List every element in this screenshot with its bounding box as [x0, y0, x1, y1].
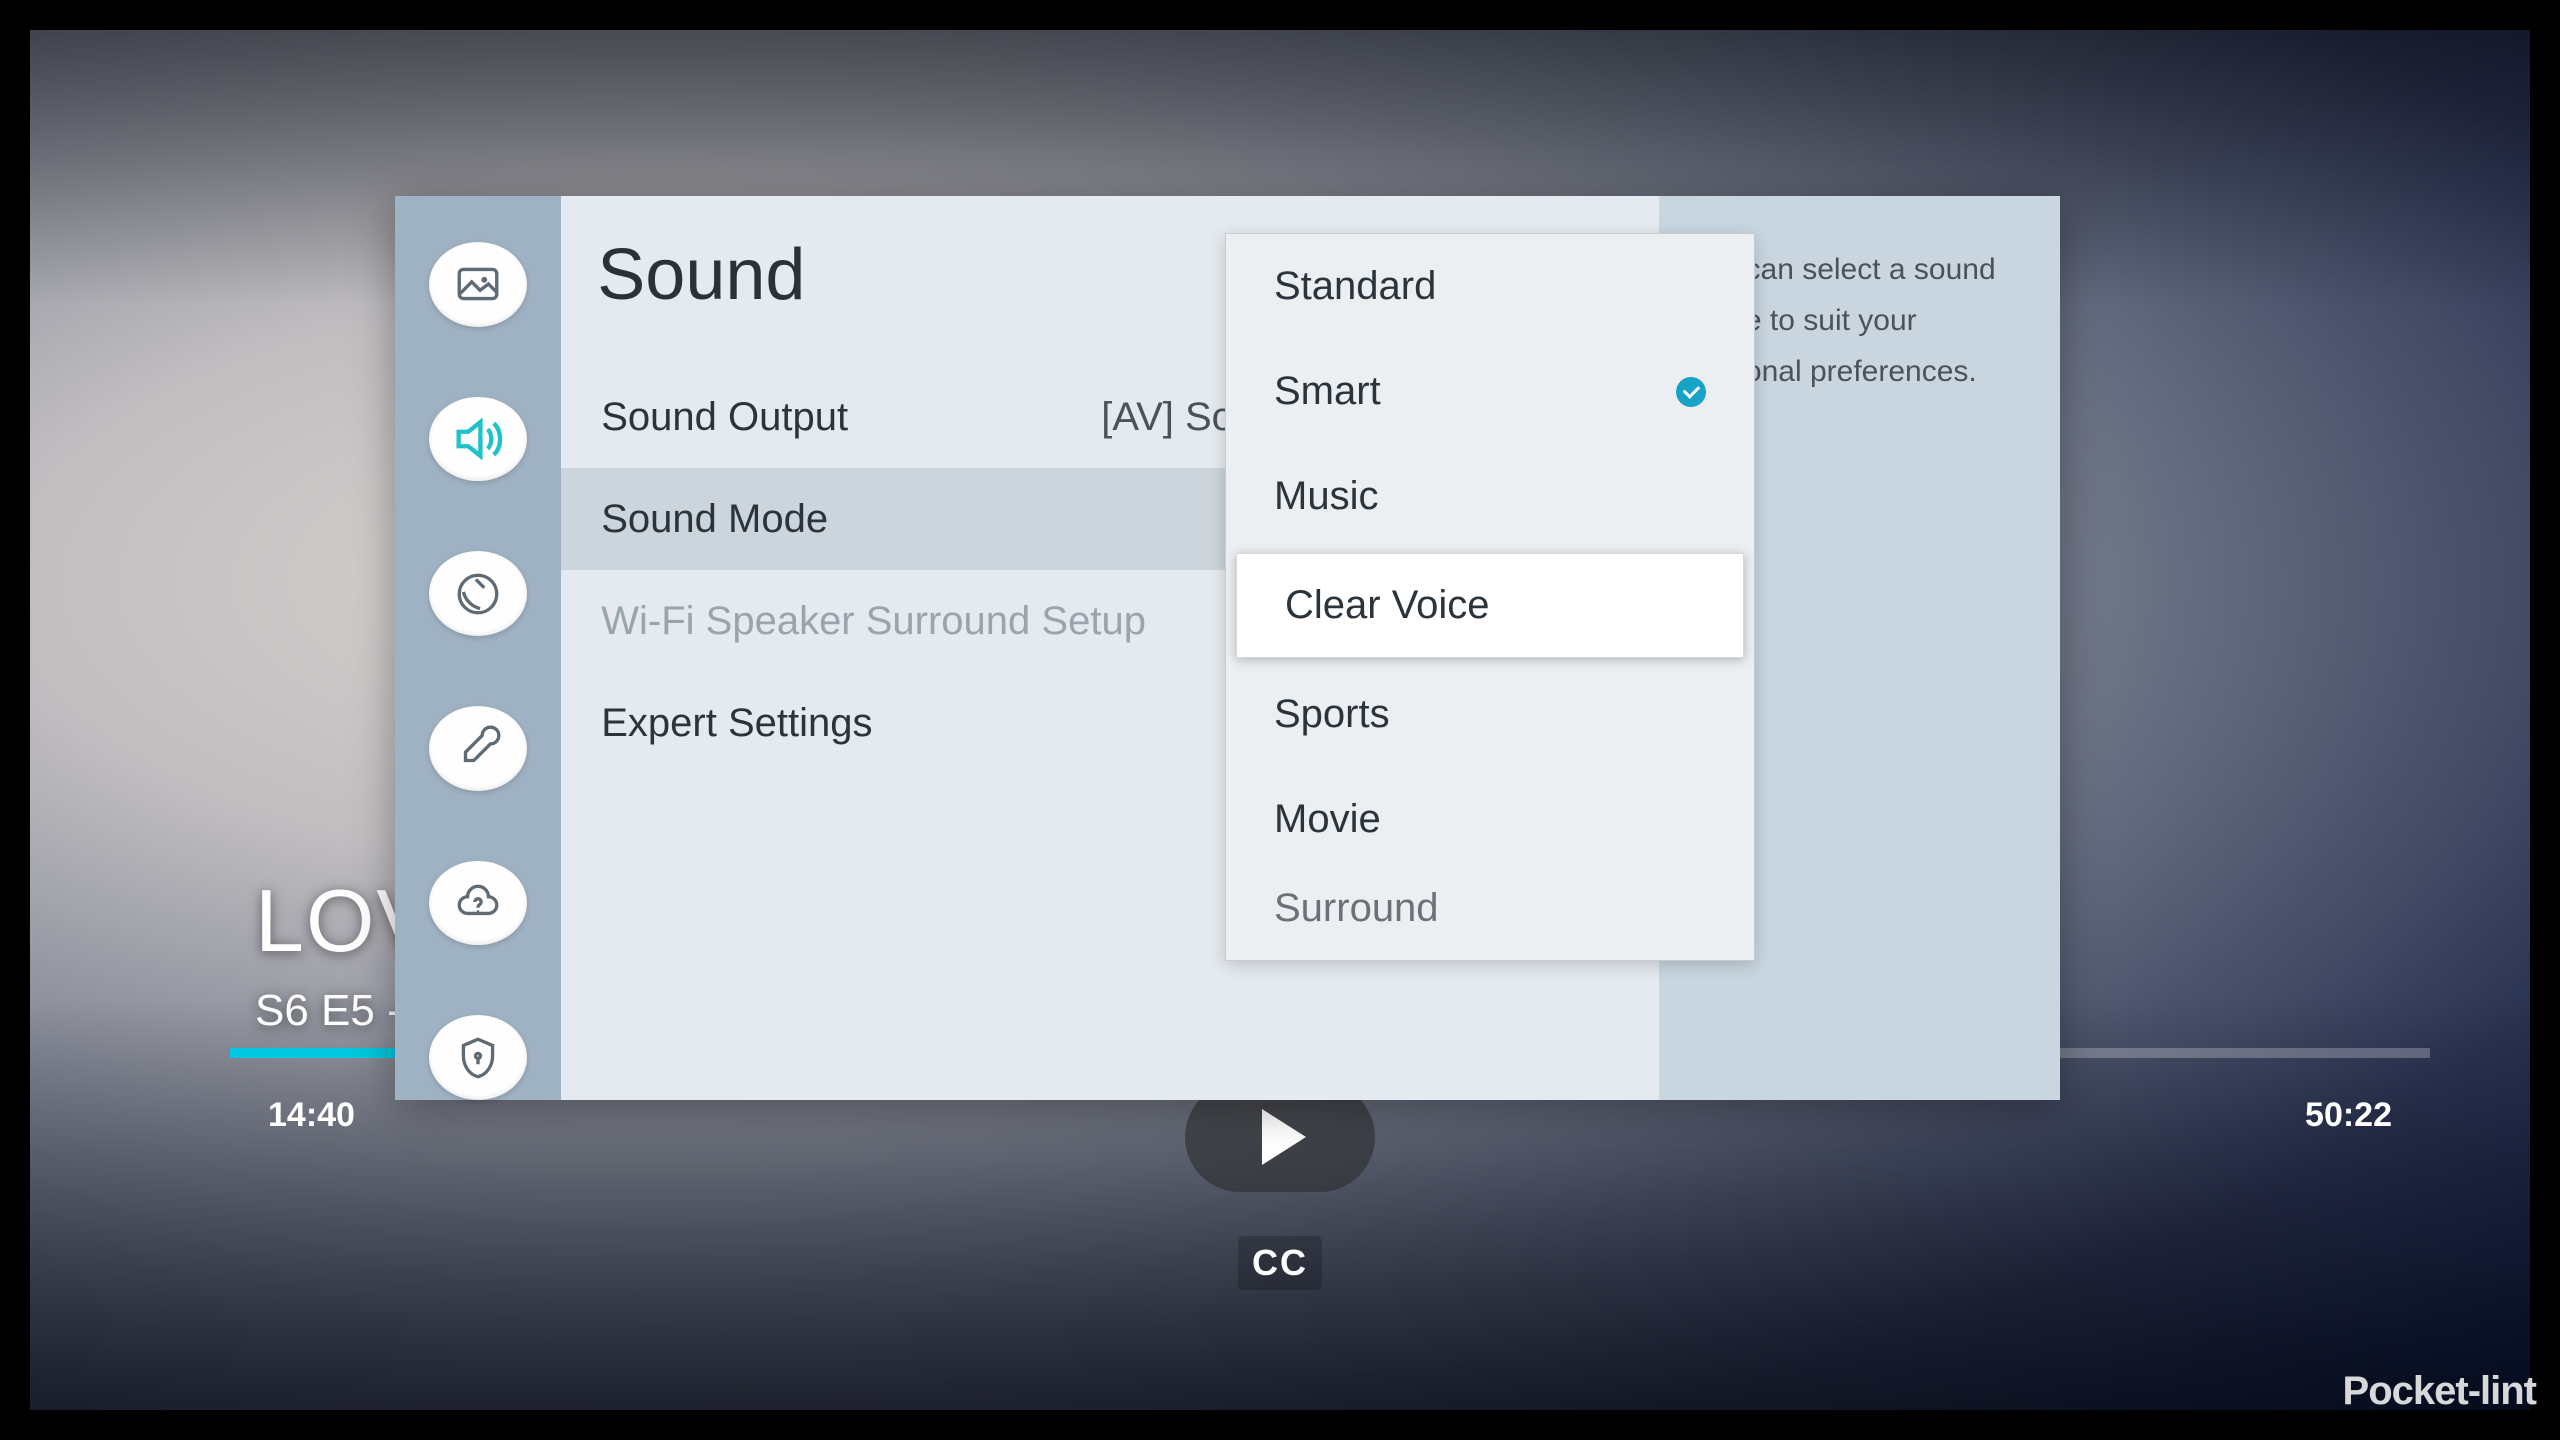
sidebar-item-support[interactable] [429, 861, 527, 946]
sidebar-item-privacy[interactable] [429, 1015, 527, 1100]
setting-label: Sound Output [601, 395, 848, 440]
option-label: Surround [1274, 886, 1439, 931]
cloud-question-icon [453, 878, 503, 928]
setting-label: Expert Settings [601, 701, 872, 746]
cc-badge[interactable]: CC [1238, 1236, 1322, 1290]
sidebar-item-sound[interactable] [429, 397, 527, 482]
option-label: Music [1274, 474, 1378, 519]
wrench-icon [453, 723, 503, 773]
option-sports[interactable]: Sports [1226, 662, 1754, 767]
option-label: Clear Voice [1285, 583, 1490, 628]
total-time: 50:22 [2305, 1096, 2392, 1135]
option-surround[interactable]: Surround [1226, 872, 1754, 927]
option-music[interactable]: Music [1226, 444, 1754, 549]
watermark: Pocket-lint [2343, 1369, 2536, 1414]
satellite-icon [453, 569, 503, 619]
checkmark-icon [1676, 377, 1706, 407]
option-standard[interactable]: Standard [1226, 234, 1754, 339]
settings-sidebar [395, 196, 561, 1100]
sound-icon [449, 410, 507, 468]
play-icon [1262, 1109, 1306, 1165]
picture-icon [453, 259, 503, 309]
sidebar-item-picture[interactable] [429, 242, 527, 327]
sidebar-item-general[interactable] [429, 706, 527, 791]
option-clear-voice[interactable]: Clear Voice [1236, 553, 1744, 658]
option-label: Smart [1274, 369, 1381, 414]
progress-fill [230, 1048, 417, 1058]
option-label: Standard [1274, 264, 1436, 309]
option-label: Movie [1274, 797, 1381, 842]
shield-icon [453, 1033, 503, 1083]
sound-mode-dropdown: Standard Smart Music Clear Voice Sports … [1225, 233, 1755, 961]
option-smart[interactable]: Smart [1226, 339, 1754, 444]
current-time: 14:40 [268, 1096, 355, 1135]
setting-label: Wi-Fi Speaker Surround Setup [601, 599, 1146, 644]
option-movie[interactable]: Movie [1226, 767, 1754, 872]
option-label: Sports [1274, 692, 1390, 737]
sidebar-item-broadcasting[interactable] [429, 551, 527, 636]
setting-label: Sound Mode [601, 497, 828, 542]
